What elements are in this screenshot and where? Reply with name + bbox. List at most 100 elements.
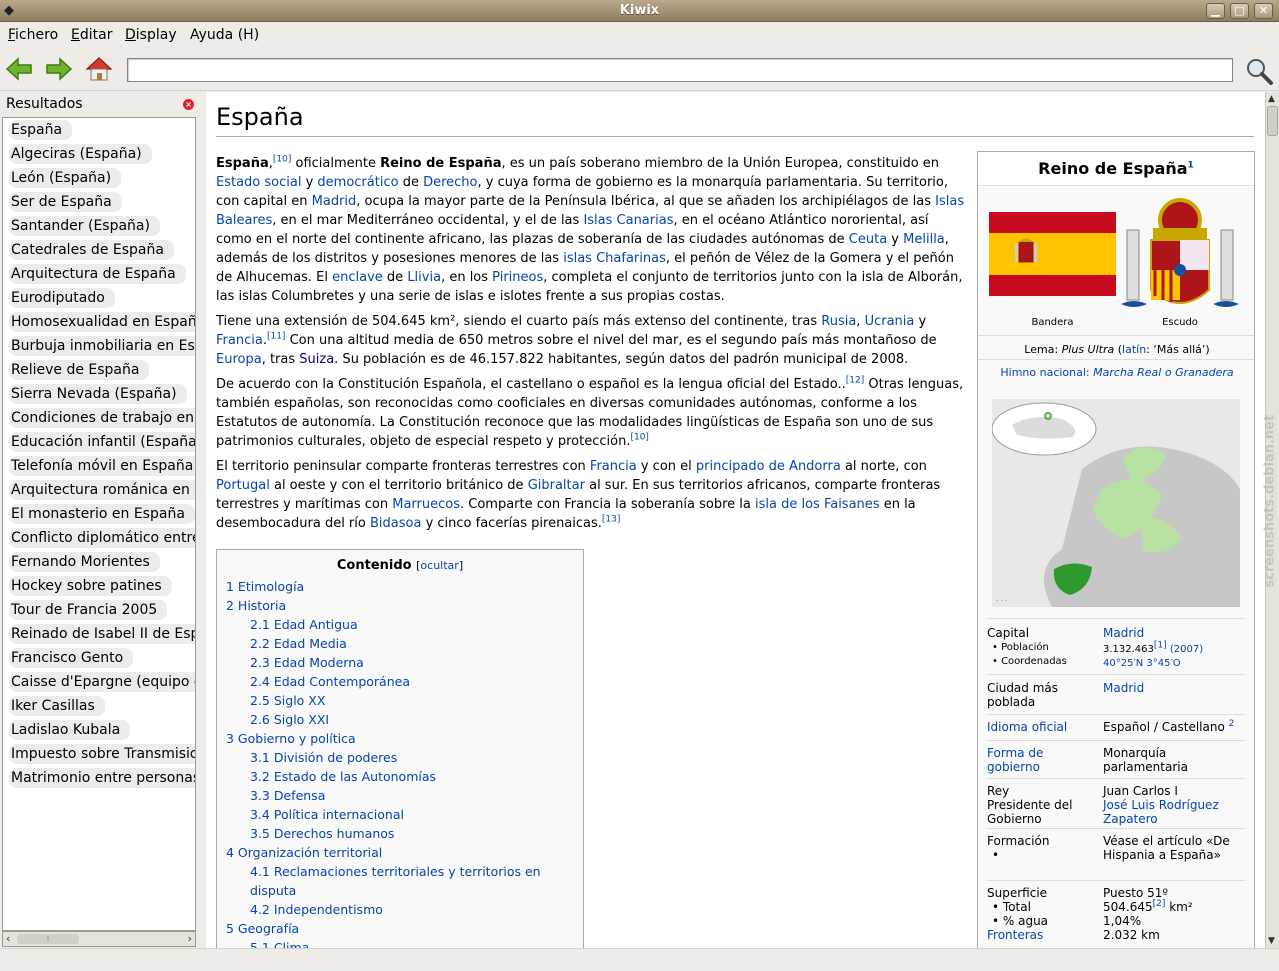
home-icon[interactable] (84, 55, 114, 83)
results-horizontal-scrollbar[interactable]: ‹ ⁞ › (2, 931, 196, 947)
toc-item-link[interactable]: 3.5 Derechos humanos (250, 826, 394, 841)
scroll-up-icon[interactable]: ▲ (1268, 94, 1275, 104)
result-item[interactable]: Francisco Gento (3, 646, 195, 670)
toc-item[interactable]: 2.2 Edad Media (225, 634, 575, 653)
europe-location-map[interactable]: · · · (992, 399, 1240, 607)
menu-fichero[interactable]: Fichero (8, 27, 58, 43)
spain-flag-image[interactable] (989, 212, 1116, 296)
toc-item-link[interactable]: 2.5 Siglo XX (250, 693, 325, 708)
toc-item[interactable]: 3.5 Derechos humanos (225, 824, 575, 843)
result-item[interactable]: Fernando Morientes (3, 550, 195, 574)
result-item[interactable]: Reinado de Isabel II de España (3, 622, 195, 646)
scroll-left-icon[interactable]: ‹ (6, 932, 10, 945)
back-arrow-icon[interactable] (4, 55, 34, 83)
coordinates-link[interactable]: 40°25′N 3°45′O (1103, 657, 1248, 671)
result-item[interactable]: Algeciras (España) (3, 142, 195, 166)
president-link[interactable]: José Luis Rodríguez Zapatero (1103, 798, 1248, 826)
result-item[interactable]: Catedrales de España (3, 238, 195, 262)
toc-item-link[interactable]: 3 Gobierno y política (226, 731, 356, 746)
anthem-row[interactable]: Himno nacional: Marcha Real o Granadera (978, 359, 1254, 379)
toc-item-link[interactable]: 3.1 División de poderes (250, 750, 397, 765)
toc-item[interactable]: 5 Geografía (225, 919, 575, 938)
toc-item-link[interactable]: 5 Geografía (226, 921, 299, 936)
result-item[interactable]: Iker Casillas (3, 694, 195, 718)
result-item[interactable]: El monasterio en España (3, 502, 195, 526)
toc-item-link[interactable]: 2.3 Edad Moderna (250, 655, 364, 670)
toc-item-link[interactable]: 4.1 Reclamaciones territoriales y territ… (250, 864, 541, 898)
search-input[interactable] (127, 58, 1233, 82)
toc-item[interactable]: 5.1 Clima (225, 938, 575, 948)
official-language-link[interactable]: Idioma oficial (987, 720, 1097, 734)
toc-item[interactable]: 4.1 Reclamaciones territoriales y territ… (225, 862, 575, 900)
toc-item[interactable]: 2 Historia (225, 596, 575, 615)
largest-city-link[interactable]: Madrid (1103, 681, 1144, 695)
minimize-button[interactable]: ▁ (1206, 3, 1225, 19)
result-item[interactable]: Tour de Francia 2005 (3, 598, 195, 622)
result-item[interactable]: Hockey sobre patines (3, 574, 195, 598)
motto-lang-link[interactable]: latín (1122, 343, 1146, 356)
magnifier-icon[interactable] (1243, 56, 1275, 86)
toc-item[interactable]: 4.2 Independentismo (225, 900, 575, 919)
result-item[interactable]: Relieve de España (3, 358, 195, 382)
forward-arrow-icon[interactable] (44, 55, 74, 83)
toc-item-link[interactable]: 2.2 Edad Media (250, 636, 347, 651)
maximize-button[interactable]: □ (1230, 3, 1249, 19)
toc-item-link[interactable]: 2.1 Edad Antigua (250, 617, 358, 632)
scroll-right-icon[interactable]: › (188, 932, 192, 945)
scroll-down-icon[interactable]: ▼ (1268, 936, 1275, 946)
menu-editar[interactable]: Editar (71, 27, 112, 43)
toc-item[interactable]: 3 Gobierno y política (225, 729, 575, 748)
result-item[interactable]: Ser de España (3, 190, 195, 214)
result-item[interactable]: León (España) (3, 166, 195, 190)
toc-item-link[interactable]: 3.3 Defensa (250, 788, 325, 803)
result-item[interactable]: Burbuja inmobiliaria en España (3, 334, 195, 358)
toc-item[interactable]: 2.5 Siglo XX (225, 691, 575, 710)
toc-item-link[interactable]: 2.4 Edad Contemporánea (250, 674, 410, 689)
result-item[interactable]: Caisse d'Epargne (equipo ciclista) (3, 670, 195, 694)
toc-item[interactable]: 2.1 Edad Antigua (225, 615, 575, 634)
result-item[interactable]: Arquitectura de España (3, 262, 195, 286)
close-window-button[interactable]: ✕ (1254, 3, 1273, 19)
result-item[interactable]: Educación infantil (España) (3, 430, 195, 454)
result-item[interactable]: Matrimonio entre personas del mismo sexo (3, 766, 195, 790)
result-item[interactable]: Santander (España) (3, 214, 195, 238)
result-item[interactable]: Ladislao Kubala (3, 718, 195, 742)
toc-item[interactable]: 3.4 Política internacional (225, 805, 575, 824)
vertical-scrollbar-thumb[interactable] (1267, 106, 1278, 136)
toc-item[interactable]: 3.1 División de poderes (225, 748, 575, 767)
toc-item-link[interactable]: 2.6 Siglo XXI (250, 712, 329, 727)
result-item-label: Burbuja inmobiliaria en España (9, 336, 195, 356)
toc-item[interactable]: 3.2 Estado de las Autonomías (225, 767, 575, 786)
toc-item-link[interactable]: 3.2 Estado de las Autonomías (250, 769, 436, 784)
result-item[interactable]: Conflicto diplomático entre España (3, 526, 195, 550)
toc-item-link[interactable]: 4.2 Independentismo (250, 902, 383, 917)
toc-item[interactable]: 1 Etimología (225, 577, 575, 596)
toc-item[interactable]: 3.3 Defensa (225, 786, 575, 805)
coat-of-arms-image[interactable] (1119, 192, 1241, 316)
capital-link[interactable]: Madrid (1103, 626, 1144, 640)
toc-item-link[interactable]: 3.4 Política internacional (250, 807, 404, 822)
result-item[interactable]: Homosexualidad en España (3, 310, 195, 334)
menu-display[interactable]: Display (125, 27, 177, 43)
toc-item-link[interactable]: 4 Organización territorial (226, 845, 382, 860)
government-form-link[interactable]: Forma de gobierno (987, 746, 1097, 774)
toc-hide-link[interactable]: ocultar (420, 559, 458, 572)
toc-item[interactable]: 4 Organización territorial (225, 843, 575, 862)
borders-link[interactable]: Fronteras (987, 928, 1097, 942)
result-item[interactable]: Eurodiputado (3, 286, 195, 310)
toc-item-link[interactable]: 5.1 Clima (250, 940, 309, 948)
result-item[interactable]: Condiciones de trabajo en España (3, 406, 195, 430)
scrollbar-thumb[interactable]: ⁞ (17, 934, 79, 944)
toc-item[interactable]: 2.4 Edad Contemporánea (225, 672, 575, 691)
result-item[interactable]: España (3, 118, 195, 142)
result-item[interactable]: Arquitectura románica en España (3, 478, 195, 502)
result-item[interactable]: Impuesto sobre Transmisiones (3, 742, 195, 766)
menu-ayuda[interactable]: Ayuda (H) (190, 27, 259, 43)
result-item[interactable]: Sierra Nevada (España) (3, 382, 195, 406)
toc-item[interactable]: 2.3 Edad Moderna (225, 653, 575, 672)
close-results-icon[interactable]: × (183, 99, 194, 110)
toc-item-link[interactable]: 2 Historia (226, 598, 286, 613)
result-item[interactable]: Telefonía móvil en España (3, 454, 195, 478)
toc-item-link[interactable]: 1 Etimología (226, 579, 304, 594)
toc-item[interactable]: 2.6 Siglo XXI (225, 710, 575, 729)
